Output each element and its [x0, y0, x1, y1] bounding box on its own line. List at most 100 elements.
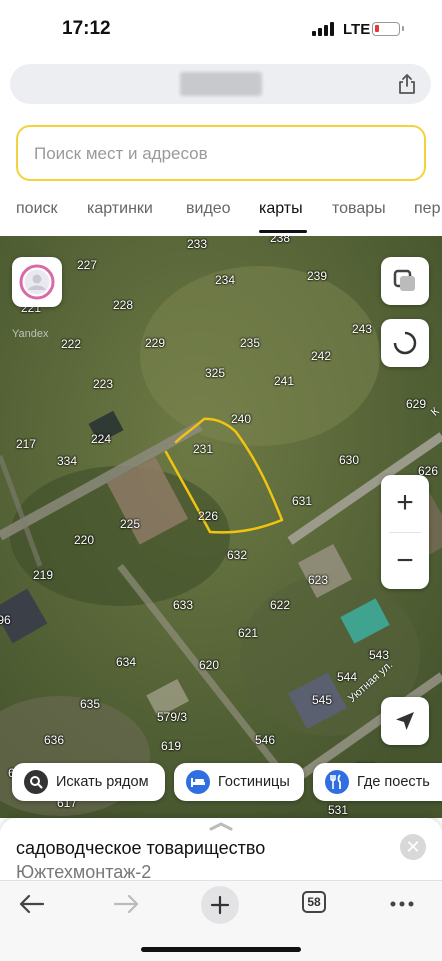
plus-icon: + — [396, 486, 414, 519]
zoom-controls: + − — [381, 475, 429, 589]
plot-number: 235 — [239, 336, 261, 350]
zoom-in-button[interactable]: + — [381, 475, 429, 531]
active-tab-indicator — [259, 230, 307, 233]
plot-number: 545 — [311, 693, 333, 707]
signal-icon — [312, 22, 334, 36]
place-title: садоводческое товарищество — [16, 838, 266, 858]
close-icon: ✕ — [405, 836, 421, 857]
tab-goods[interactable]: товары — [332, 200, 386, 218]
back-button[interactable] — [12, 889, 52, 919]
chip-label: Гостиницы — [218, 774, 290, 790]
plot-number: 229 — [144, 336, 166, 350]
share-icon[interactable] — [397, 73, 417, 95]
tab-video[interactable]: видео — [186, 200, 231, 218]
status-time: 17:12 — [62, 18, 111, 39]
home-indicator — [141, 947, 301, 952]
hotels-chip[interactable]: Гостиницы — [174, 763, 304, 801]
zoom-out-button[interactable]: − — [381, 533, 429, 589]
plot-number: 222 — [60, 337, 82, 351]
plot-number: 619 — [160, 739, 182, 753]
network-type: LTE — [343, 21, 371, 38]
plot-number: 635 — [79, 697, 101, 711]
search-input[interactable]: Поиск мест и адресов — [16, 125, 426, 181]
plot-number: 224 — [90, 432, 112, 446]
plot-number: 633 — [172, 598, 194, 612]
plot-number: 544 — [336, 670, 358, 684]
plot-number: 223 — [92, 377, 114, 391]
plot-number: 546 — [254, 733, 276, 747]
more-dots-icon — [390, 901, 414, 907]
plot-number: 241 — [273, 374, 295, 388]
plot-number: 243 — [351, 322, 373, 336]
where-to-eat-chip[interactable]: Где поесть — [313, 763, 442, 801]
close-button[interactable]: ✕ — [400, 834, 426, 860]
arrow-left-icon — [19, 894, 45, 914]
status-bar: 17:12 LTE — [0, 0, 442, 60]
compass-icon — [393, 331, 417, 355]
fork-knife-icon — [325, 770, 349, 794]
plot-number: 240 — [230, 412, 252, 426]
place-card-sheet[interactable]: садоводческое товарищество Южтехмонтаж-2… — [0, 818, 442, 882]
plot-number: 226 — [197, 509, 219, 523]
search-placeholder: Поиск мест и адресов — [34, 144, 208, 163]
plot-number: 632 — [226, 548, 248, 562]
plot-number: 234 — [214, 273, 236, 287]
address-bar[interactable] — [10, 64, 431, 104]
map-watermark: Yandex — [12, 328, 49, 340]
plot-number: 228 — [112, 298, 134, 312]
plus-icon — [210, 895, 230, 915]
plot-number: 220 — [73, 533, 95, 547]
plot-number: 231 — [192, 442, 214, 456]
satellite-map[interactable]: Yandex 233 238 227 234 239 221 228 243 2… — [0, 236, 442, 818]
arrow-right-icon — [113, 894, 139, 914]
plot-number: 225 — [119, 517, 141, 531]
tab-translate[interactable]: пер — [414, 200, 440, 218]
plot-number: 217 — [15, 437, 37, 451]
plot-number: 622 — [269, 598, 291, 612]
search-nearby-chip[interactable]: Искать рядом — [12, 763, 165, 801]
plot-number: 242 — [310, 349, 332, 363]
search-tabs: поиск картинки видео карты товары пер — [0, 196, 442, 236]
plot-number: 531 — [327, 803, 349, 817]
plot-number: 623 — [307, 573, 329, 587]
chevron-up-icon[interactable] — [208, 820, 234, 832]
avatar-icon — [19, 264, 55, 300]
compass-button[interactable] — [381, 319, 429, 367]
browser-toolbar: 58 — [0, 880, 442, 961]
minus-icon: − — [396, 544, 414, 577]
plot-number: 579/3 — [156, 710, 188, 724]
search-icon — [24, 770, 48, 794]
plot-number: 621 — [237, 626, 259, 640]
plot-number: 233 — [186, 237, 208, 251]
map-layers-button[interactable] — [381, 257, 429, 305]
my-location-button[interactable] — [381, 697, 429, 745]
plot-number: 238 — [269, 236, 291, 245]
tab-maps[interactable]: карты — [259, 200, 303, 218]
plot-number: 631 — [291, 494, 313, 508]
tabs-counter-button[interactable]: 58 — [302, 891, 326, 913]
battery-icon — [372, 22, 404, 36]
tab-images[interactable]: картинки — [87, 200, 153, 218]
new-tab-button[interactable] — [201, 886, 239, 924]
plot-number: 219 — [32, 568, 54, 582]
blurred-url — [180, 72, 262, 96]
location-arrow-icon — [396, 712, 414, 730]
chip-label: Искать рядом — [56, 774, 149, 790]
plot-number: 629 — [405, 397, 427, 411]
layers-icon — [393, 269, 415, 291]
plot-number: 227 — [76, 258, 98, 272]
plot-number: 239 — [306, 269, 328, 283]
more-menu-button[interactable] — [382, 889, 422, 919]
satellite-imagery — [0, 236, 442, 818]
chip-label: Где поесть — [357, 774, 430, 790]
plot-number: 630 — [338, 453, 360, 467]
plot-number: 634 — [115, 655, 137, 669]
plot-number: 636 — [43, 733, 65, 747]
bed-icon — [186, 770, 210, 794]
forward-button[interactable] — [106, 889, 146, 919]
plot-number: 334 — [56, 454, 78, 468]
plot-number: 325 — [204, 366, 226, 380]
tab-search[interactable]: поиск — [16, 200, 58, 218]
plot-number: 620 — [198, 658, 220, 672]
profile-button[interactable] — [12, 257, 62, 307]
